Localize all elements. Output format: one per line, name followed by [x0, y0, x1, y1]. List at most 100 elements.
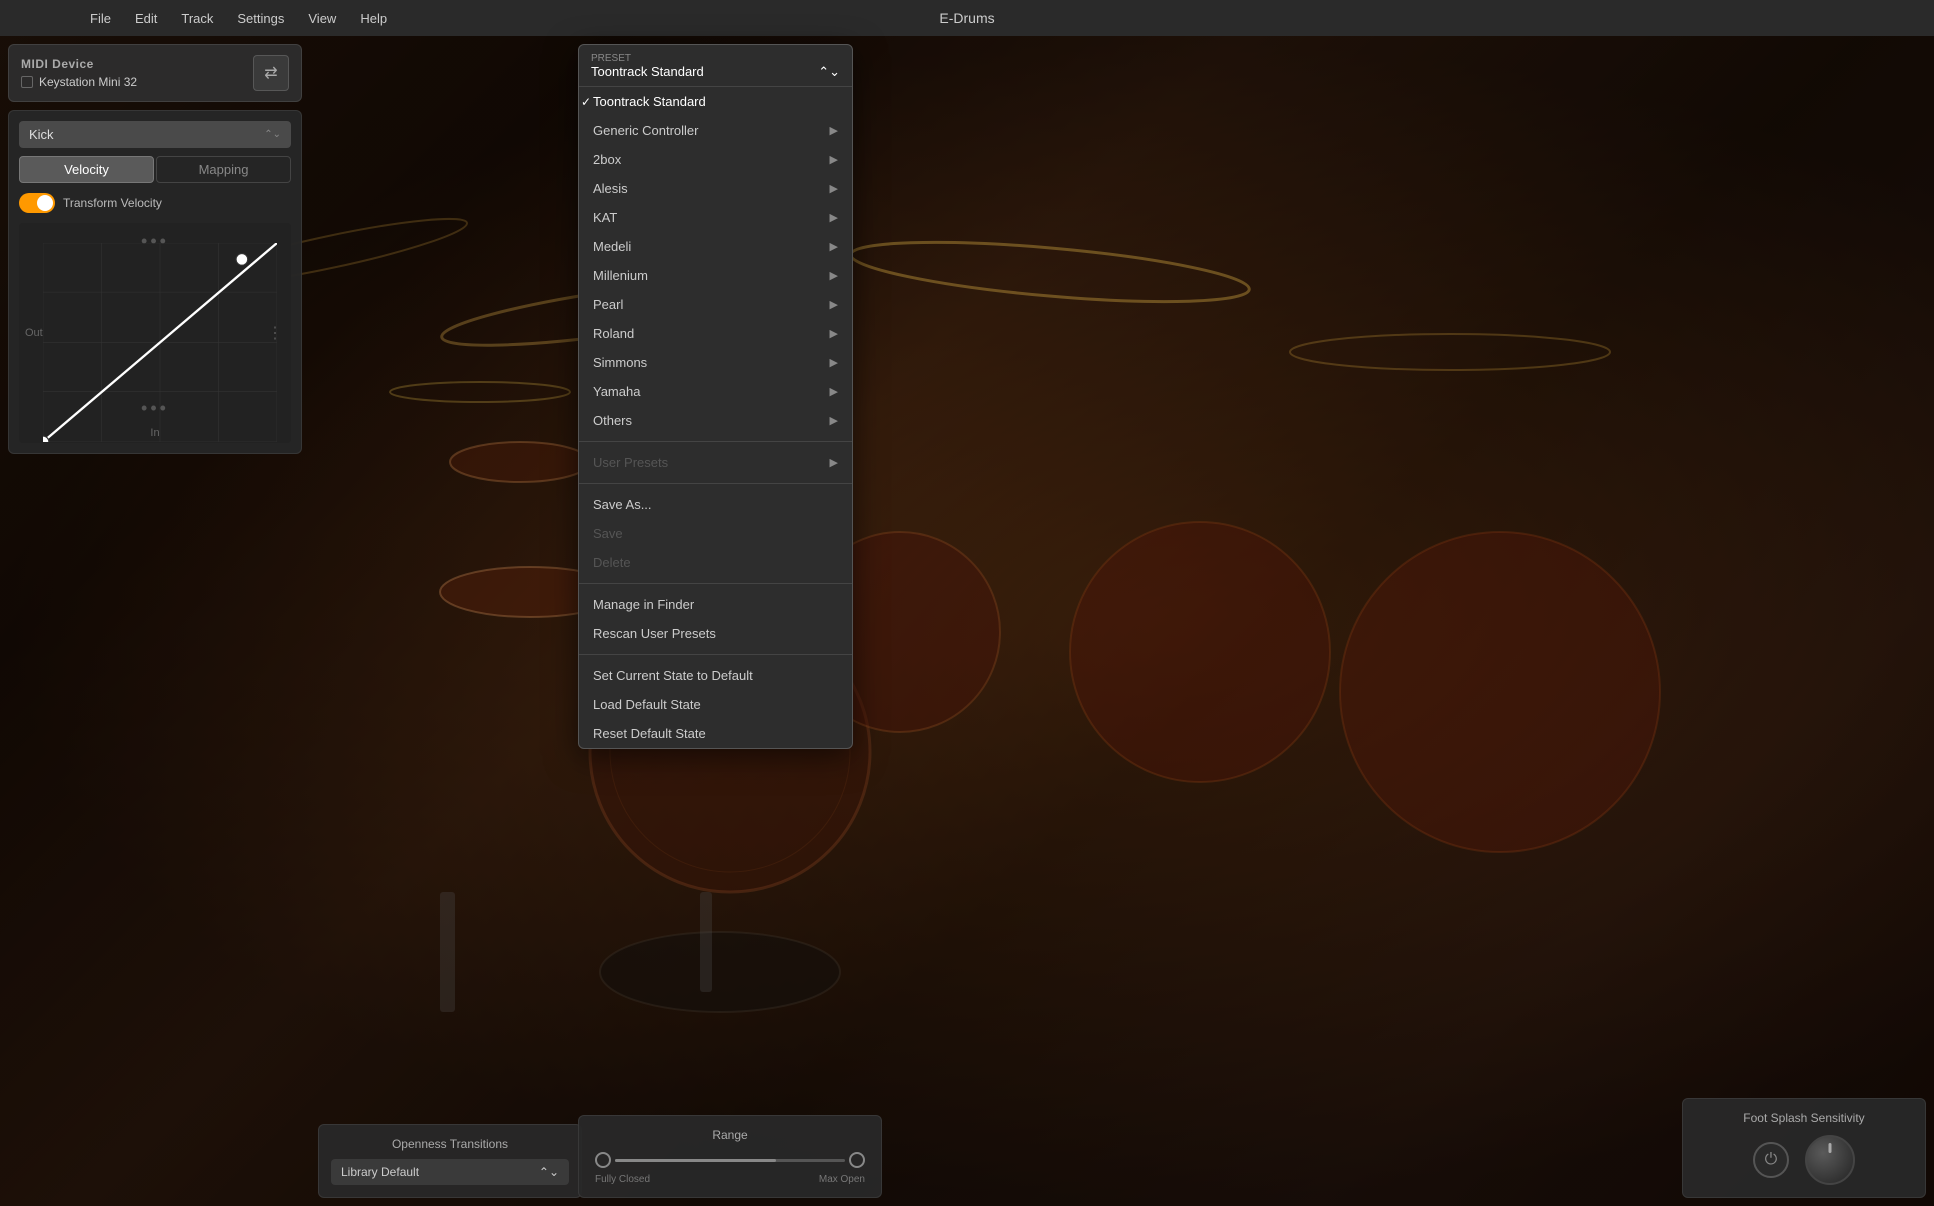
menubar-items: File Edit Track Settings View Help [0, 7, 397, 30]
midi-checkbox-row: Keystation Mini 32 [21, 75, 137, 89]
range-label-right: Max Open [819, 1174, 865, 1185]
dropdown-item-yamaha[interactable]: Yamaha ▶ [579, 377, 852, 406]
dropdown-item-user-presets: User Presets ▶ [579, 448, 852, 477]
menu-help[interactable]: Help [350, 7, 397, 30]
range-title: Range [595, 1128, 865, 1142]
dropdown-header-label: Preset [591, 53, 840, 64]
dropdown-item-simmons-label: Simmons [593, 355, 647, 370]
range-slider-row [595, 1152, 865, 1168]
kick-selector-arrow: ⌃⌄ [264, 129, 281, 140]
midi-device-left: MIDI Device Keystation Mini 32 [21, 57, 137, 89]
dropdown-item-roland-label: Roland [593, 326, 634, 341]
range-label-left: Fully Closed [595, 1174, 650, 1185]
app-title: E-Drums [939, 10, 994, 26]
dropdown-item-2box-label: 2box [593, 152, 621, 167]
foot-splash-power-button[interactable]: ⏻ [1753, 1142, 1789, 1178]
dropdown-item-alesis[interactable]: Alesis ▶ [579, 174, 852, 203]
kick-selector[interactable]: Kick ⌃⌄ [19, 121, 291, 148]
dropdown-item-millenium[interactable]: Millenium ▶ [579, 261, 852, 290]
openness-panel: Openness Transitions Library Default ⌃⌄ [318, 1124, 582, 1198]
dropdown-item-save-as[interactable]: Save As... [579, 490, 852, 519]
midi-device-label: MIDI Device [21, 57, 137, 71]
dropdown-item-user-presets-arrow: ▶ [830, 456, 838, 469]
dropdown-item-generic-controller[interactable]: Generic Controller ▶ [579, 116, 852, 145]
range-track-fill [615, 1159, 776, 1162]
dropdown-item-medeli-arrow: ▶ [830, 240, 838, 253]
menu-file[interactable]: File [80, 7, 121, 30]
dropdown-item-millenium-arrow: ▶ [830, 269, 838, 282]
dropdown-header-current: Toontrack Standard [591, 64, 704, 80]
range-handle-left[interactable] [595, 1152, 611, 1168]
range-handle-right[interactable] [849, 1152, 865, 1168]
dropdown-item-pearl-label: Pearl [593, 297, 623, 312]
dropdown-item-save: Save [579, 519, 852, 548]
dropdown-item-delete: Delete [579, 548, 852, 577]
dropdown-item-others[interactable]: Others ▶ [579, 406, 852, 435]
velocity-panel: Kick ⌃⌄ Velocity Mapping Transform Veloc… [8, 110, 302, 454]
openness-select-value: Library Default [341, 1165, 419, 1179]
graph-dots-bottom: ••• [141, 398, 169, 419]
dropdown-item-2box[interactable]: 2box ▶ [579, 145, 852, 174]
dropdown-item-user-presets-label: User Presets [593, 455, 668, 470]
dropdown-item-roland[interactable]: Roland ▶ [579, 319, 852, 348]
dropdown-item-generic-controller-arrow: ▶ [830, 124, 838, 137]
dropdown-item-reset-default[interactable]: Reset Default State [579, 719, 852, 748]
dropdown-item-others-label: Others [593, 413, 632, 428]
dropdown-item-toontrack-standard[interactable]: Toontrack Standard [579, 87, 852, 116]
openness-select[interactable]: Library Default ⌃⌄ [331, 1159, 569, 1185]
dropdown-item-manage-finder[interactable]: Manage in Finder [579, 590, 852, 619]
foot-splash-knob[interactable] [1805, 1135, 1855, 1185]
dropdown-header: Preset Toontrack Standard ⌃⌄ [579, 45, 852, 87]
midi-device-panel: MIDI Device Keystation Mini 32 ⇄ [8, 44, 302, 102]
menu-track[interactable]: Track [171, 7, 223, 30]
range-track [615, 1159, 845, 1162]
midi-device-checkbox[interactable] [21, 76, 33, 88]
dropdown-divider-4 [579, 654, 852, 655]
dropdown-item-millenium-label: Millenium [593, 268, 648, 283]
kick-selector-value: Kick [29, 127, 54, 142]
dropdown-item-generic-controller-label: Generic Controller [593, 123, 699, 138]
left-panel: MIDI Device Keystation Mini 32 ⇄ Kick ⌃⌄… [0, 36, 310, 462]
dropdown-header-arrows: ⌃⌄ [818, 64, 840, 80]
dropdown-divider-2 [579, 483, 852, 484]
dropdown-item-alesis-arrow: ▶ [830, 182, 838, 195]
dropdown-divider-3 [579, 583, 852, 584]
foot-splash-controls: ⏻ [1699, 1135, 1909, 1185]
dropdown-divider-1 [579, 441, 852, 442]
openness-title: Openness Transitions [331, 1137, 569, 1151]
graph-in-label: In [150, 427, 159, 439]
menu-view[interactable]: View [298, 7, 346, 30]
dropdown-item-rescan[interactable]: Rescan User Presets [579, 619, 852, 648]
dropdown-item-2box-arrow: ▶ [830, 153, 838, 166]
dropdown-item-pearl[interactable]: Pearl ▶ [579, 290, 852, 319]
midi-swap-button[interactable]: ⇄ [253, 55, 289, 91]
dropdown-item-load-default[interactable]: Load Default State [579, 690, 852, 719]
menubar: File Edit Track Settings View Help E-Dru… [0, 0, 1934, 36]
preset-dropdown: Preset Toontrack Standard ⌃⌄ Toontrack S… [578, 44, 853, 749]
menu-edit[interactable]: Edit [125, 7, 167, 30]
dropdown-item-kat[interactable]: KAT ▶ [579, 203, 852, 232]
range-panel-container: Range Fully Closed Max Open [570, 1107, 890, 1206]
foot-splash-container: Foot Splash Sensitivity ⏻ [1674, 1090, 1934, 1206]
dropdown-item-set-default[interactable]: Set Current State to Default [579, 661, 852, 690]
transform-velocity-toggle[interactable] [19, 193, 55, 213]
foot-splash-panel: Foot Splash Sensitivity ⏻ [1682, 1098, 1926, 1198]
dropdown-header-value: Toontrack Standard ⌃⌄ [591, 64, 840, 80]
openness-select-arrow: ⌃⌄ [539, 1165, 559, 1179]
foot-splash-title: Foot Splash Sensitivity [1699, 1111, 1909, 1125]
dropdown-item-medeli[interactable]: Medeli ▶ [579, 232, 852, 261]
dropdown-item-roland-arrow: ▶ [830, 327, 838, 340]
menu-settings[interactable]: Settings [227, 7, 294, 30]
dropdown-item-yamaha-arrow: ▶ [830, 385, 838, 398]
dropdown-item-kat-label: KAT [593, 210, 617, 225]
tab-velocity[interactable]: Velocity [19, 156, 154, 183]
velocity-graph: ••• Out ⋮ ••• [19, 223, 291, 443]
tab-row: Velocity Mapping [19, 156, 291, 183]
transform-row: Transform Velocity [19, 193, 291, 213]
dropdown-item-simmons[interactable]: Simmons ▶ [579, 348, 852, 377]
dropdown-item-kat-arrow: ▶ [830, 211, 838, 224]
midi-device-name: Keystation Mini 32 [39, 75, 137, 89]
graph-out-label: Out [25, 327, 43, 339]
range-labels: Fully Closed Max Open [595, 1174, 865, 1185]
tab-mapping[interactable]: Mapping [156, 156, 291, 183]
